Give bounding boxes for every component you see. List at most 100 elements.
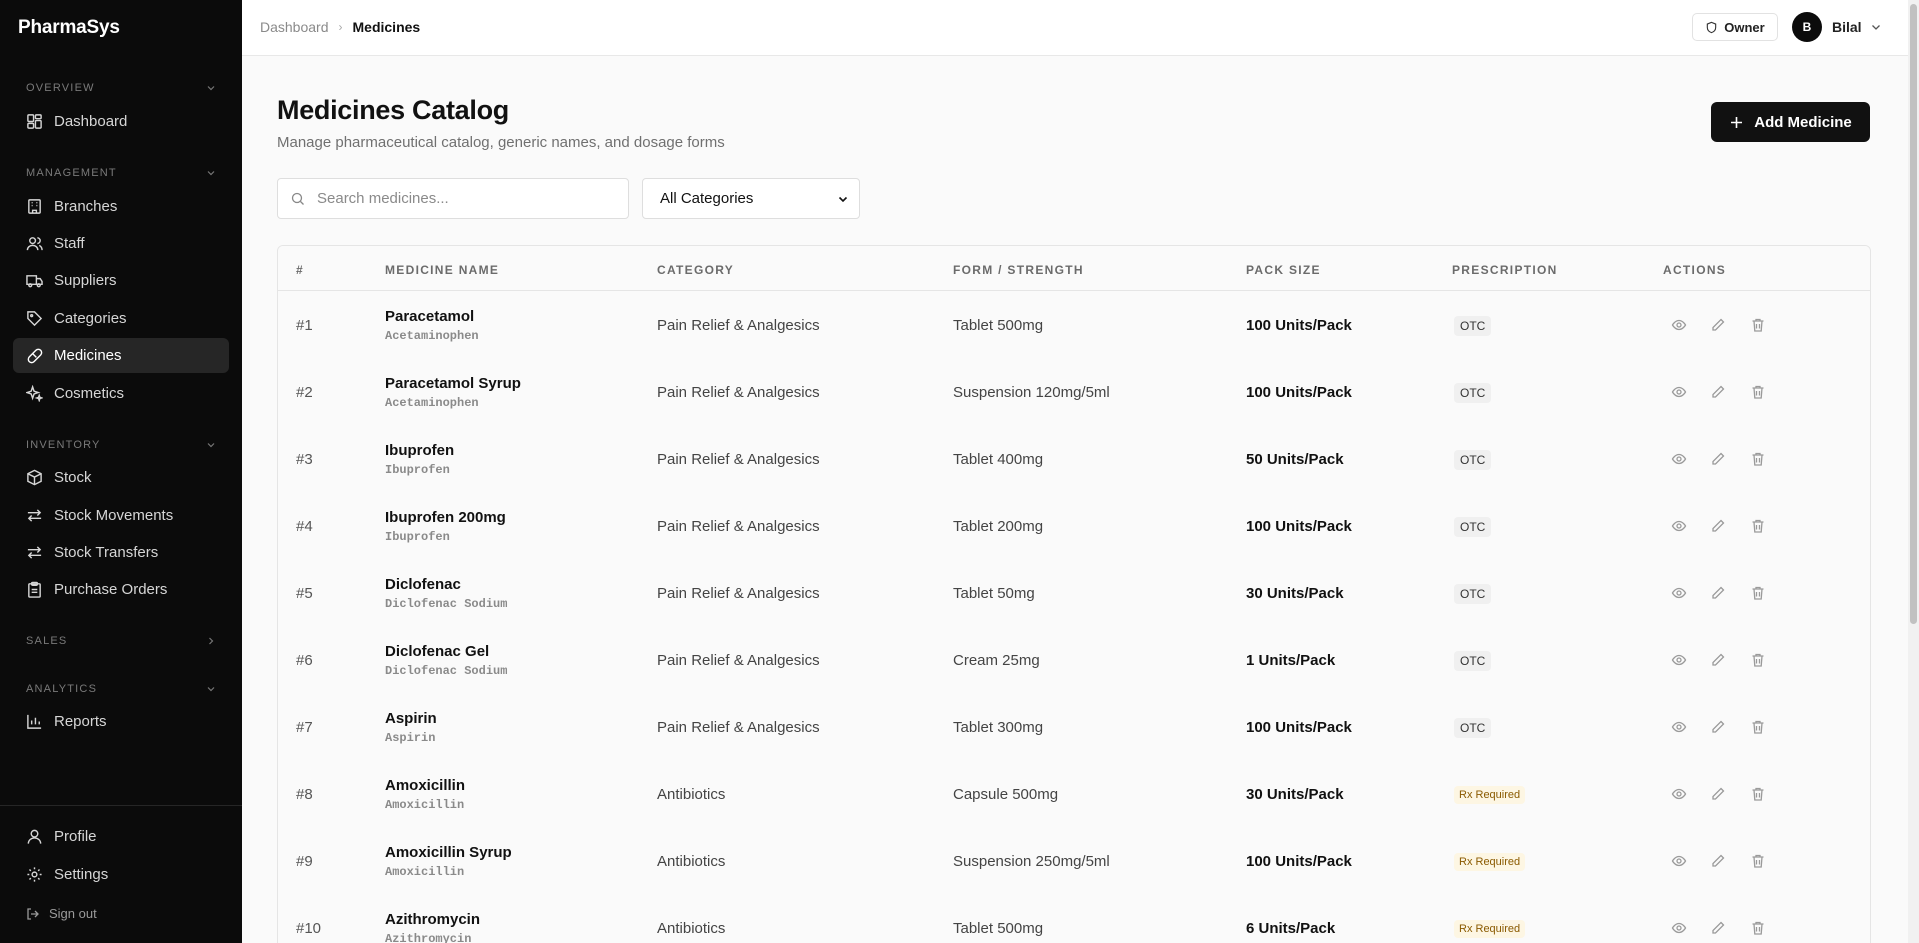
- scrollbar[interactable]: [1908, 0, 1919, 943]
- sidebar-item-dashboard[interactable]: Dashboard: [13, 104, 229, 139]
- table-row[interactable]: #6 Diclofenac Gel Diclofenac Sodium Pain Re…: [278, 626, 1870, 693]
- edit-icon[interactable]: [1710, 786, 1726, 802]
- view-icon[interactable]: [1671, 384, 1687, 400]
- sidebar-item-staff[interactable]: Staff: [13, 226, 229, 261]
- medicine-name[interactable]: Azithromycin: [385, 911, 480, 928]
- delete-icon[interactable]: [1750, 518, 1766, 534]
- table-row[interactable]: #7 Aspirin Aspirin Pain Relief & Analgesics…: [278, 693, 1870, 760]
- table-row[interactable]: #10 Azithromycin Azithromycin Antibiotics Ta…: [278, 894, 1870, 943]
- edit-icon[interactable]: [1710, 384, 1726, 400]
- view-icon[interactable]: [1671, 451, 1687, 467]
- view-icon[interactable]: [1671, 786, 1687, 802]
- table-row[interactable]: #4 Ibuprofen 200mg Ibuprofen Pain Relief & …: [278, 492, 1870, 559]
- delete-icon[interactable]: [1750, 853, 1766, 869]
- sidebar-item-stock[interactable]: Stock: [13, 460, 229, 495]
- edit-icon[interactable]: [1710, 451, 1726, 467]
- view-icon[interactable]: [1671, 719, 1687, 735]
- sidebar-item-purchase-orders[interactable]: Purchase Orders: [13, 572, 229, 607]
- section-analytics[interactable]: ANALYTICS: [26, 683, 216, 695]
- sidebar-item-label: Cosmetics: [54, 385, 125, 402]
- sidebar-item-reports[interactable]: Reports: [13, 704, 229, 739]
- delete-icon[interactable]: [1750, 585, 1766, 601]
- scrollbar-thumb[interactable]: [1910, 4, 1917, 624]
- sidebar-item-cosmetics[interactable]: Cosmetics: [13, 376, 229, 411]
- view-icon[interactable]: [1671, 652, 1687, 668]
- chevron-down-icon: [206, 684, 216, 694]
- delete-icon[interactable]: [1750, 451, 1766, 467]
- view-icon[interactable]: [1671, 585, 1687, 601]
- table-header: # MEDICINE NAME CATEGORY FORM / STRENGTH…: [278, 246, 1870, 291]
- edit-icon[interactable]: [1710, 719, 1726, 735]
- pack-size-cell: 100 Units/Pack: [1246, 518, 1352, 535]
- sign-out-button[interactable]: Sign out: [26, 906, 97, 921]
- table-row[interactable]: #9 Amoxicillin Syrup Amoxicillin Antibiotic…: [278, 827, 1870, 894]
- table-row[interactable]: #5 Diclofenac Diclofenac Sodium Pain Relief…: [278, 559, 1870, 626]
- medicine-name[interactable]: Paracetamol: [385, 308, 474, 325]
- sidebar-item-categories[interactable]: Categories: [13, 301, 229, 336]
- medicine-name[interactable]: Amoxicillin: [385, 777, 465, 794]
- sidebar-item-stock-transfers[interactable]: Stock Transfers: [13, 535, 229, 570]
- prescription-badge: Rx Required: [1454, 920, 1526, 938]
- sidebar-item-settings[interactable]: Settings: [13, 857, 229, 892]
- chevron-down-icon: [1871, 25, 1880, 30]
- prescription-badge: OTC: [1454, 651, 1492, 671]
- header-form-strength[interactable]: FORM / STRENGTH: [953, 263, 1084, 277]
- table-row[interactable]: #2 Paracetamol Syrup Acetaminophen Pain Rel…: [278, 358, 1870, 425]
- section-management[interactable]: MANAGEMENT: [26, 167, 216, 179]
- pill-icon: [27, 348, 43, 364]
- search-input[interactable]: [317, 190, 617, 207]
- view-icon[interactable]: [1671, 853, 1687, 869]
- edit-icon[interactable]: [1710, 652, 1726, 668]
- section-sales[interactable]: SALES: [26, 635, 216, 647]
- view-icon[interactable]: [1671, 518, 1687, 534]
- medicine-name[interactable]: Diclofenac: [385, 576, 461, 593]
- view-icon[interactable]: [1671, 920, 1687, 936]
- sidebar-item-stock-movements[interactable]: Stock Movements: [13, 498, 229, 533]
- header-category[interactable]: CATEGORY: [657, 263, 734, 277]
- medicine-name[interactable]: Paracetamol Syrup: [385, 375, 521, 392]
- sidebar-item-medicines[interactable]: Medicines: [13, 338, 229, 373]
- edit-icon[interactable]: [1710, 518, 1726, 534]
- clipboard-icon: [28, 581, 41, 598]
- form-strength-cell: Cream 25mg: [953, 652, 1040, 669]
- generic-name: Ibuprofen: [385, 463, 450, 477]
- section-inventory[interactable]: INVENTORY: [26, 439, 216, 451]
- view-icon[interactable]: [1671, 317, 1687, 333]
- brand-logo[interactable]: PharmaSys: [18, 17, 120, 39]
- breadcrumb-dashboard[interactable]: Dashboard: [260, 19, 329, 35]
- gear-icon: [27, 867, 42, 882]
- sidebar-item-branches[interactable]: Branches: [13, 189, 229, 224]
- header-pack-size[interactable]: PACK SIZE: [1246, 263, 1321, 277]
- medicine-name[interactable]: Diclofenac Gel: [385, 643, 489, 660]
- header-medicine-name[interactable]: MEDICINE NAME: [385, 263, 499, 277]
- role-badge[interactable]: Owner: [1692, 13, 1778, 41]
- delete-icon[interactable]: [1750, 786, 1766, 802]
- sidebar-item-profile[interactable]: Profile: [13, 819, 229, 854]
- delete-icon[interactable]: [1750, 384, 1766, 400]
- delete-icon[interactable]: [1750, 719, 1766, 735]
- category-select[interactable]: All Categories: [642, 178, 860, 219]
- medicine-name[interactable]: Ibuprofen 200mg: [385, 509, 506, 526]
- edit-icon[interactable]: [1710, 920, 1726, 936]
- delete-icon[interactable]: [1750, 317, 1766, 333]
- medicine-name[interactable]: Ibuprofen: [385, 442, 454, 459]
- table-row[interactable]: #3 Ibuprofen Ibuprofen Pain Relief & Analge…: [278, 425, 1870, 492]
- search-box[interactable]: [277, 178, 629, 219]
- delete-icon[interactable]: [1750, 920, 1766, 936]
- section-overview[interactable]: OVERVIEW: [26, 82, 216, 94]
- delete-icon[interactable]: [1750, 652, 1766, 668]
- user-menu[interactable]: B Bilal: [1792, 12, 1882, 42]
- header-prescription[interactable]: PRESCRIPTION: [1452, 263, 1558, 277]
- add-medicine-button[interactable]: Add Medicine: [1711, 102, 1870, 142]
- medicine-name[interactable]: Aspirin: [385, 710, 437, 727]
- sidebar-item-suppliers[interactable]: Suppliers: [13, 263, 229, 298]
- edit-icon[interactable]: [1710, 853, 1726, 869]
- edit-icon[interactable]: [1710, 317, 1726, 333]
- medicine-name[interactable]: Amoxicillin Syrup: [385, 844, 512, 861]
- edit-icon[interactable]: [1710, 585, 1726, 601]
- table-row[interactable]: #1 Paracetamol Acetaminophen Pain Relief & …: [278, 291, 1870, 358]
- table-row[interactable]: #8 Amoxicillin Amoxicillin Antibiotics Capsu…: [278, 760, 1870, 827]
- chevron-right-icon: [206, 636, 216, 646]
- row-number: #1: [296, 317, 313, 334]
- users-icon: [26, 237, 43, 251]
